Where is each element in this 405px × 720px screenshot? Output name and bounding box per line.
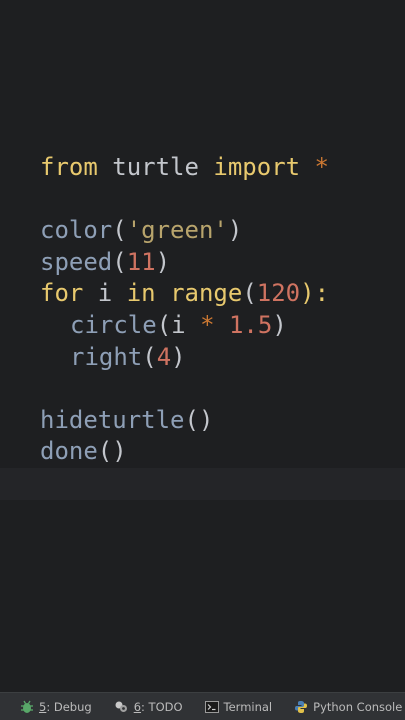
code-token: (i (156, 310, 201, 339)
code-area[interactable]: from turtle import * color('green') speed(… (0, 152, 405, 500)
code-token: 11 (126, 247, 156, 276)
code-token: color (40, 216, 113, 245)
code-token: range (170, 279, 243, 308)
code-token: from (40, 153, 98, 181)
code-token: ): (300, 279, 330, 308)
todo-label: : TODO (141, 699, 183, 714)
code-token: import (213, 153, 301, 181)
code-token: speed (40, 247, 113, 276)
code-token: i (83, 279, 127, 308)
todo-icon (114, 700, 129, 714)
code-token: hideturtle (40, 405, 185, 434)
debug-tab[interactable]: 5: Debug (20, 700, 92, 714)
python-icon (294, 700, 308, 714)
todo-mnemonic: 6 (133, 699, 142, 714)
code-line[interactable] (40, 184, 405, 216)
code-line[interactable]: for i in range(120): (40, 278, 405, 310)
todo-tab[interactable]: 6: TODO (114, 700, 183, 714)
debug-label: : Debug (46, 699, 92, 714)
python-console-label: Python Console (313, 699, 403, 714)
code-token: ( (142, 342, 157, 371)
code-token: ) (171, 342, 186, 371)
code-token: 'green' (126, 216, 228, 245)
code-token: ) (272, 310, 287, 339)
code-token: () (184, 405, 214, 434)
code-token: right (70, 342, 143, 371)
tool-window-bar: 5: Debug 6: TODO Terminal Python Console (0, 692, 405, 720)
code-editor[interactable]: from turtle import * color('green') speed(… (0, 0, 405, 692)
code-token: ( (112, 247, 127, 276)
code-token: done (40, 437, 98, 466)
code-token: 1.5 (228, 310, 273, 339)
code-line[interactable]: circle(i * 1.5) (40, 310, 405, 342)
code-token: () (97, 437, 127, 466)
code-token: * (200, 310, 215, 339)
code-token: ) (227, 216, 243, 245)
code-line[interactable]: right(4) (40, 342, 405, 374)
code-token: 120 (256, 279, 301, 308)
code-token: ) (155, 247, 171, 276)
code-token: 4 (156, 342, 172, 371)
terminal-tab[interactable]: Terminal (204, 699, 273, 714)
terminal-icon (204, 700, 219, 713)
code-token: circle (70, 310, 157, 339)
code-line[interactable]: done() (40, 436, 405, 468)
code-line[interactable]: from turtle import * (40, 152, 405, 184)
code-token: ( (112, 216, 127, 245)
code-line[interactable]: speed(11) (40, 247, 405, 279)
code-line[interactable] (40, 373, 405, 405)
terminal-label: Terminal (223, 699, 273, 714)
code-token: turtle (97, 153, 214, 181)
code-line[interactable] (0, 467, 405, 500)
code-token: ( (242, 279, 257, 308)
code-token: for (40, 279, 84, 308)
code-line[interactable]: color('green') (40, 215, 405, 247)
bug-icon (20, 700, 34, 714)
python-console-tab[interactable]: Python Console (294, 700, 402, 714)
code-token: in (126, 279, 156, 308)
code-token: * (300, 153, 329, 181)
code-line[interactable]: hideturtle() (40, 405, 405, 437)
